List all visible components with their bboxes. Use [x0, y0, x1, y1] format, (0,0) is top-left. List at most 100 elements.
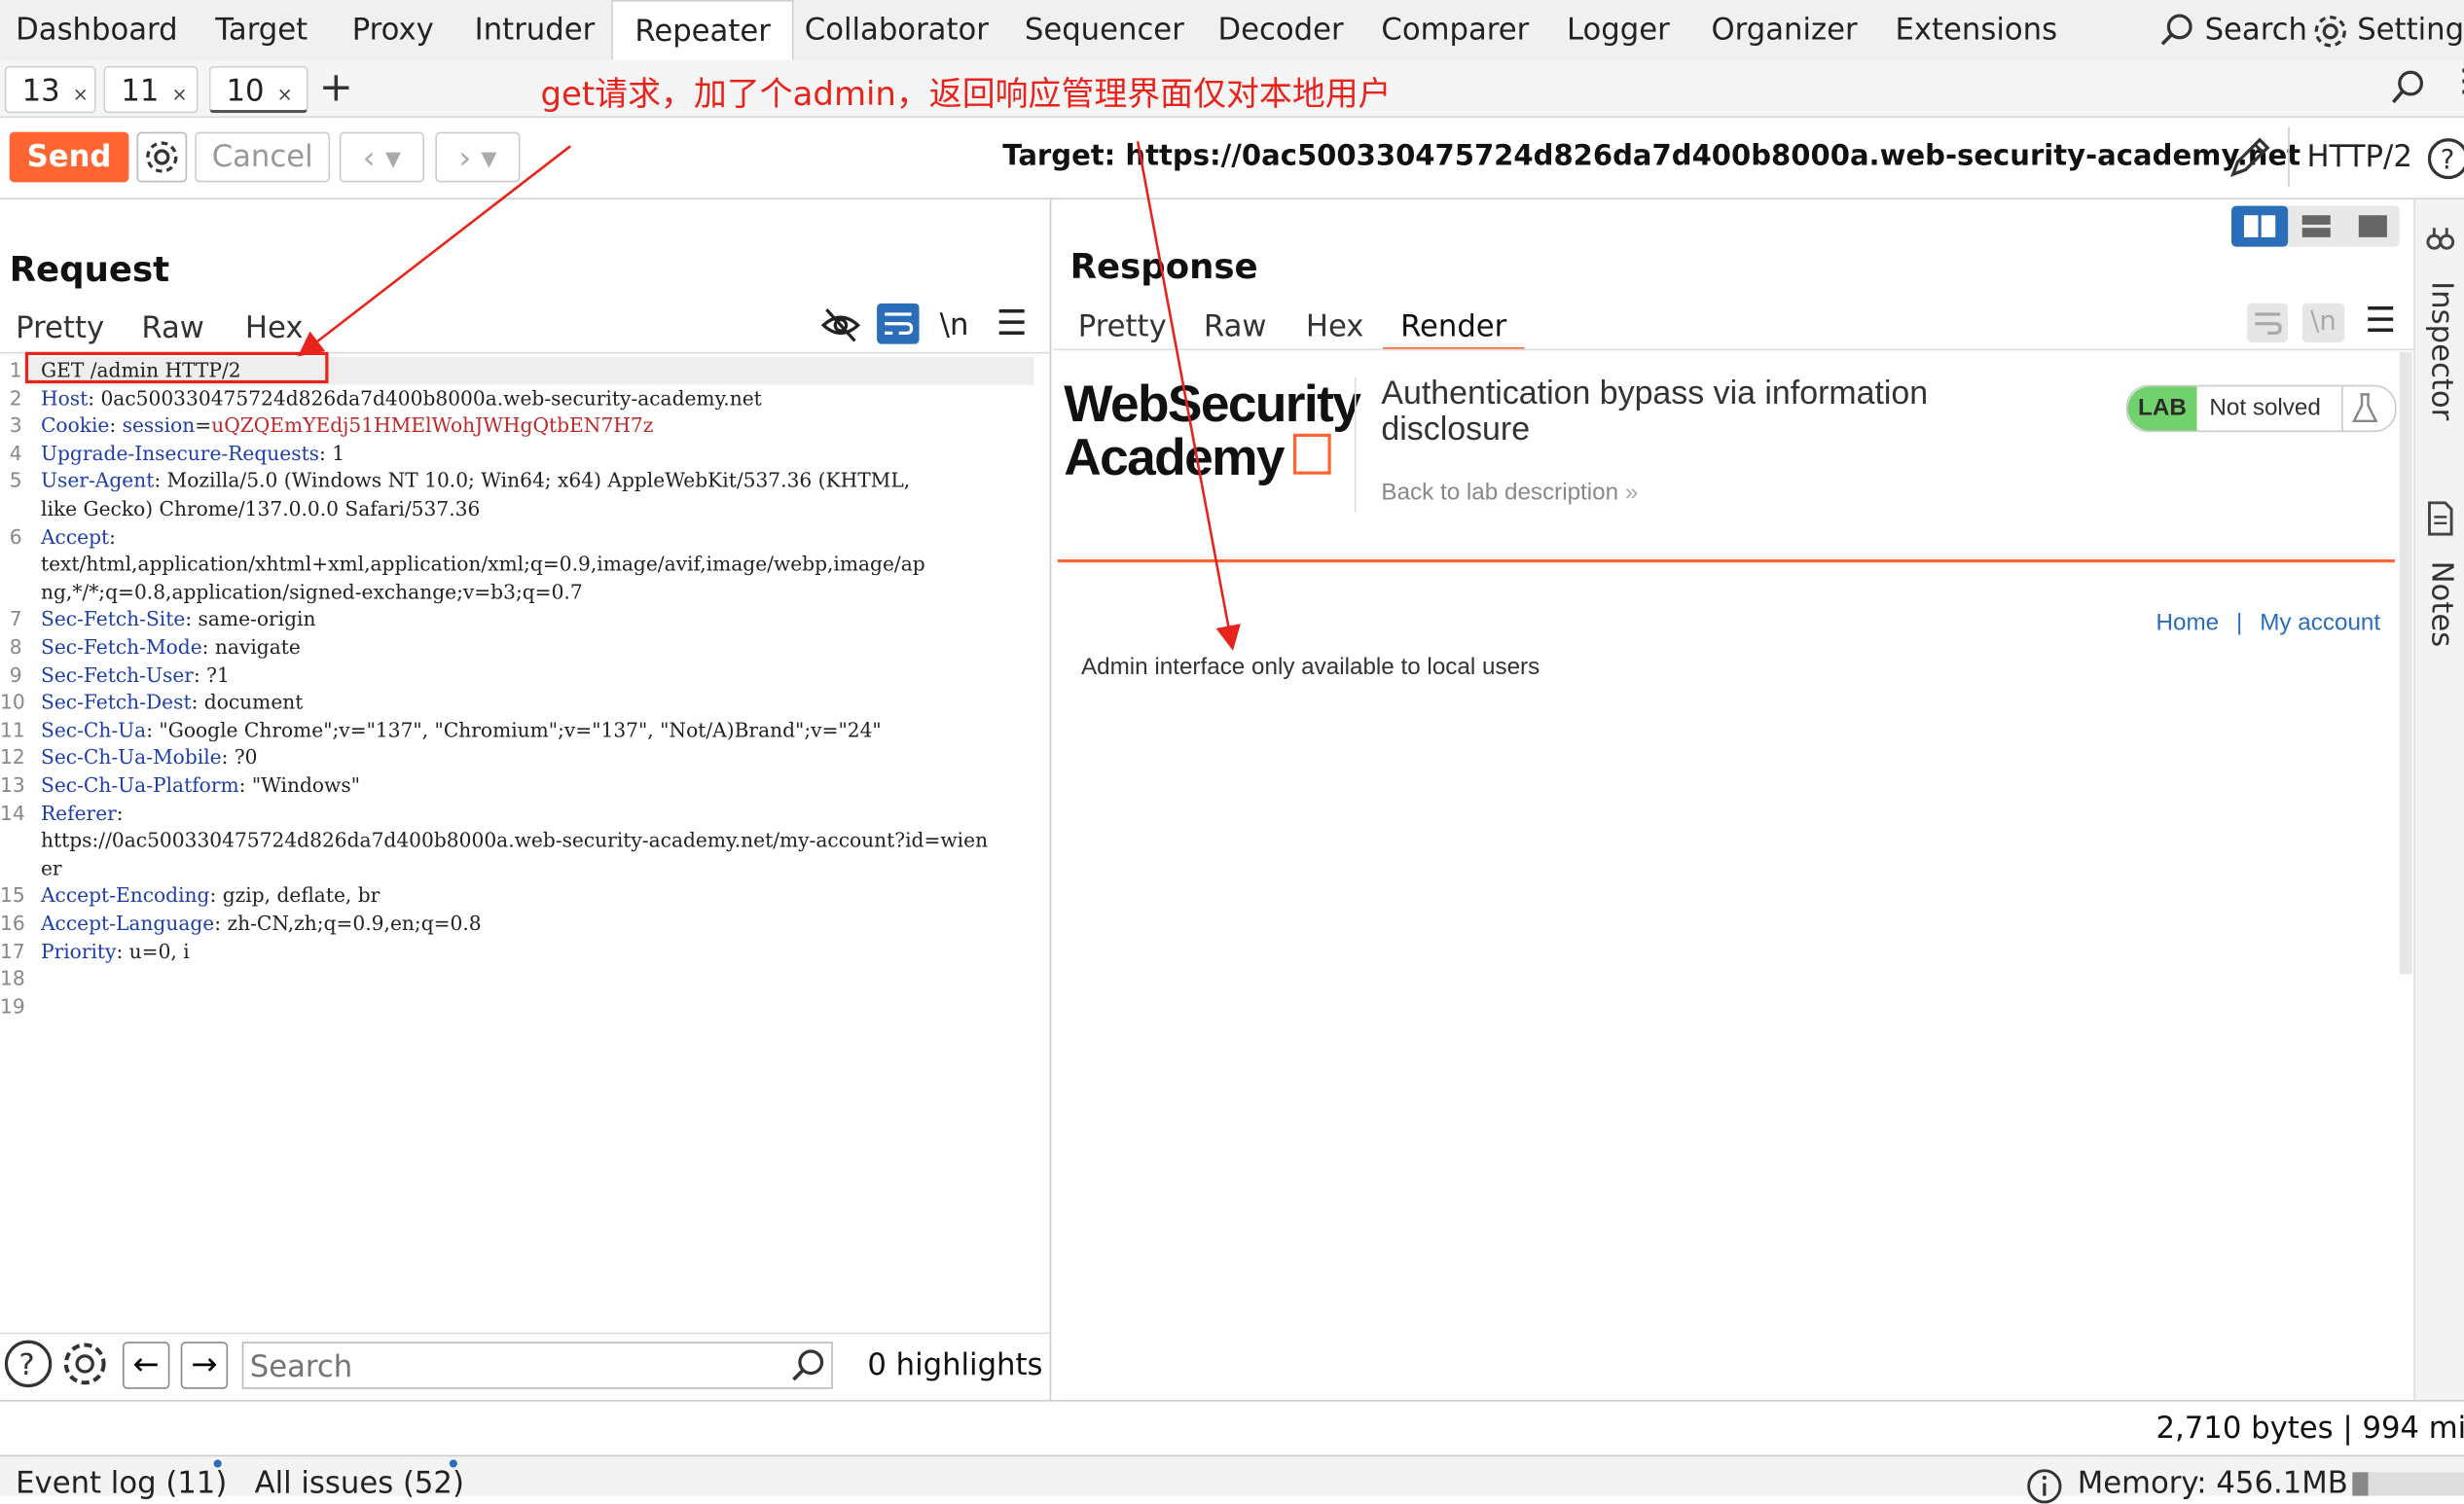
search-icon[interactable]: [790, 1348, 825, 1383]
back-history-button[interactable]: ‹ ▾: [339, 131, 424, 183]
nav-collaborator[interactable]: Collaborator: [805, 0, 989, 59]
repeater-tab-10[interactable]: 10 ×: [208, 65, 308, 114]
close-icon[interactable]: ×: [73, 84, 89, 106]
info-icon: [2027, 1469, 2062, 1504]
line-number: 9: [9, 662, 22, 687]
render-scrollbar[interactable]: [2399, 351, 2412, 975]
pencil-icon[interactable]: [2227, 133, 2273, 180]
inspector-icon[interactable]: [2425, 222, 2456, 253]
word-wrap-icon[interactable]: [2247, 303, 2289, 343]
nav-proxy[interactable]: Proxy: [352, 0, 434, 59]
header-name: Sec-Fetch-Dest: [40, 690, 192, 714]
nav-extensions[interactable]: Extensions: [1895, 0, 2057, 59]
nav-repeater[interactable]: Repeater: [611, 0, 795, 61]
response-tab-pretty[interactable]: Pretty: [1078, 309, 1167, 344]
header-name: Sec-Fetch-User: [40, 662, 194, 687]
inspector-tab[interactable]: Inspector: [2425, 281, 2460, 420]
newline-toggle[interactable]: \n: [940, 308, 969, 343]
line-number: 19: [0, 994, 25, 1019]
nav-dashboard[interactable]: Dashboard: [16, 0, 177, 59]
notes-icon[interactable]: [2426, 501, 2454, 536]
close-icon[interactable]: ×: [171, 84, 187, 106]
help-icon[interactable]: ?: [2426, 137, 2464, 181]
header-colon: :: [191, 690, 199, 714]
forward-history-button[interactable]: › ▾: [435, 131, 521, 183]
search-box: [241, 1342, 833, 1389]
request-line-text: GET /admin HTTP/2: [40, 358, 241, 382]
cancel-button[interactable]: Cancel: [195, 131, 331, 183]
nav-sequencer[interactable]: Sequencer: [1025, 0, 1184, 59]
header-divider: [1057, 558, 2395, 563]
nav-search[interactable]: Search: [2205, 0, 2307, 59]
gear-icon[interactable]: [2311, 13, 2349, 51]
admin-message: Admin interface only available to local …: [1080, 653, 1540, 681]
help-icon[interactable]: ?: [3, 1339, 54, 1389]
menu-icon[interactable]: ☰: [996, 304, 1028, 343]
nav-decoder[interactable]: Decoder: [1217, 0, 1343, 59]
all-issues-button[interactable]: All issues (52): [255, 1466, 464, 1501]
divider: [0, 1332, 1050, 1335]
back-to-lab-link[interactable]: Back to lab description »: [1381, 480, 1638, 506]
event-log-button[interactable]: Event log (11): [16, 1466, 227, 1501]
request-tab-hex[interactable]: Hex: [245, 311, 304, 346]
hide-eye-icon[interactable]: [820, 306, 861, 344]
request-tab-raw[interactable]: Raw: [141, 311, 204, 346]
more-icon[interactable]: ⋮: [2448, 64, 2464, 95]
divider: [0, 1400, 2464, 1402]
layout-toggle-group: [2231, 205, 2400, 247]
menu-icon[interactable]: ☰: [2365, 302, 2396, 340]
previous-match-button[interactable]: ←: [122, 1342, 170, 1389]
nav-organizer[interactable]: Organizer: [1712, 0, 1858, 59]
divider: [1052, 348, 2414, 351]
repeater-tab-11[interactable]: 11 ×: [103, 65, 199, 114]
search-input[interactable]: [246, 1346, 772, 1388]
layout-tabs-icon[interactable]: [2344, 206, 2400, 247]
search-icon[interactable]: [2159, 13, 2194, 48]
request-line: Sec-Fetch-Dest: document: [41, 690, 1078, 713]
header-colon: :: [209, 883, 217, 908]
request-line-continuation: ng,*/*;q=0.8,application/signed-exchange…: [40, 579, 583, 603]
logo-line-2-text: Academy: [1064, 427, 1285, 486]
word-wrap-icon[interactable]: [877, 303, 920, 344]
header-value: gzip, deflate, br: [216, 883, 380, 908]
response-tab-raw[interactable]: Raw: [1204, 309, 1267, 344]
home-link[interactable]: Home: [2156, 610, 2220, 636]
response-tab-render[interactable]: Render: [1383, 309, 1525, 351]
nav-settings[interactable]: Settings: [2357, 0, 2464, 59]
add-tab-button[interactable]: +: [319, 59, 353, 116]
header-name: Referer: [40, 801, 117, 825]
response-tab-hex[interactable]: Hex: [1306, 309, 1364, 344]
header-value: ?0: [228, 745, 258, 770]
request-line: Priority: u=0, i: [41, 939, 1078, 962]
request-line: Sec-Ch-Ua-Platform: "Windows": [41, 773, 1078, 797]
nav-intruder[interactable]: Intruder: [475, 0, 596, 59]
request-line: Host: 0ac500330475724d826da7d400b8000a.w…: [41, 386, 1078, 410]
newline-toggle[interactable]: \n: [2301, 303, 2345, 343]
burp-repeater-window: Dashboard Target Proxy Intruder Repeater…: [0, 0, 2464, 1504]
request-line: Sec-Fetch-Mode: navigate: [41, 635, 1078, 659]
gear-icon[interactable]: [59, 1339, 110, 1389]
http-version[interactable]: HTTP/2: [2307, 140, 2412, 175]
request-line: Sec-Fetch-Site: same-origin: [41, 607, 1078, 630]
send-options-gear-icon[interactable]: [136, 131, 188, 183]
close-icon[interactable]: ×: [277, 84, 293, 106]
line-number: 12: [0, 745, 25, 770]
search-icon[interactable]: [2388, 69, 2426, 107]
layout-stacked-icon[interactable]: [2288, 206, 2344, 247]
tab-label: 13: [21, 73, 60, 109]
header-name: Host: [40, 385, 89, 410]
nav-logger[interactable]: Logger: [1567, 0, 1670, 59]
notes-tab[interactable]: Notes: [2425, 561, 2460, 648]
request-tab-pretty[interactable]: Pretty: [16, 311, 104, 346]
arrow-right-icon: →: [191, 1344, 218, 1383]
my-account-link[interactable]: My account: [2260, 610, 2380, 636]
send-button[interactable]: Send: [9, 131, 129, 183]
header-name: Sec-Fetch-Mode: [40, 634, 202, 659]
nav-target[interactable]: Target: [215, 0, 308, 59]
memory-bar: [2352, 1472, 2464, 1496]
nav-comparer[interactable]: Comparer: [1381, 0, 1529, 59]
next-match-button[interactable]: →: [180, 1342, 229, 1389]
repeater-tab-13[interactable]: 13 ×: [4, 65, 96, 114]
layout-side-by-side-icon[interactable]: [2231, 205, 2289, 247]
request-editor[interactable]: 1 GET /admin HTTP/2 2 Host: 0ac500330475724…: [0, 358, 1050, 1332]
